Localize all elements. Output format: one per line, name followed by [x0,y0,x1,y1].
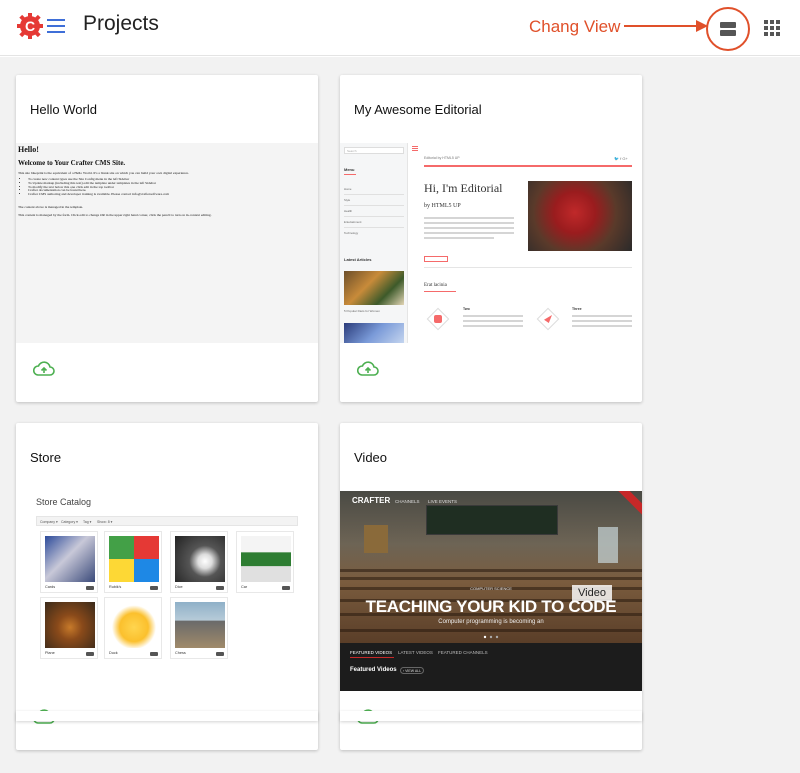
preview-text: This site blueprint is the equivalent of… [18,171,189,175]
cloud-upload-icon[interactable] [357,361,379,377]
crafter-logo-icon[interactable]: C [17,13,43,39]
preview-section-title: Erat lacinia [424,283,447,288]
product-card: Rubik's [104,531,162,593]
annotation-label: Chang View [529,17,621,36]
project-card-hello-world[interactable]: Hello World Hello! Welcome to Your Craft… [16,75,318,402]
project-card-partial[interactable] [16,711,318,721]
hamburger-menu-icon[interactable] [47,19,65,33]
preview-text: The content above is managed in the temp… [18,204,84,209]
product-card: Car [236,531,294,593]
preview-menu-icon [412,146,418,151]
project-card-video[interactable]: Video CRAFTER CHANNELS LIVE EVENTS COMPU… [340,423,642,750]
grid-view-icon[interactable] [764,20,780,36]
preview-featured-label: Featured Videos [350,667,397,673]
preview-food-image [344,271,404,305]
project-card-editorial[interactable]: My Awesome Editorial Search Menu Home St… [340,75,642,402]
preview-list: To create new content types use the Site… [28,177,316,197]
card-header: Hello World [16,75,318,143]
preview-subtitle: Computer programming is becoming an [438,619,544,625]
menu-item: Style [344,198,351,202]
menu-item: Home [344,187,352,191]
site-preview[interactable]: Store Catalog Company ▾ Category ▾ Tag ▾… [16,491,318,691]
preview-brand: CRAFTER [352,496,391,505]
dice-image [175,536,225,582]
list-item: Crafter CMS authoring and developer trai… [28,192,316,197]
car-image [241,536,291,582]
site-preview[interactable]: Hello! Welcome to Your Crafter CMS Site.… [16,143,318,343]
menu-item: Technology [344,231,359,235]
product-card: Chess [170,597,228,659]
list-view-icon[interactable] [719,20,737,38]
product-card: Duck [104,597,162,659]
card-title: Store [30,450,62,465]
social-icons: 🐦 f G+ [614,156,628,161]
preview-heading: Hello! [18,145,39,154]
project-card-store[interactable]: Store Store Catalog Company ▾ Category ▾… [16,423,318,750]
card-footer [16,343,318,402]
card-title: Video [354,450,388,465]
project-card-partial[interactable] [340,711,642,721]
card-header: Video [340,423,642,491]
preview-concert-image [344,323,404,343]
preview-heading: Hi, I'm Editorial [424,181,503,195]
preview-site-name: Editorial by HTML5 UP [424,156,460,160]
site-preview[interactable]: Search Menu Home Style Health Entertainm… [340,143,642,343]
preview-search: Search [344,147,404,154]
preview-byline: by HTML5 UP [424,203,461,209]
preview-nav-item: LIVE EVENTS [428,499,458,504]
projects-grid: Hello World Hello! Welcome to Your Craft… [0,57,800,773]
preview-catalog-title: Store Catalog [36,497,92,507]
menu-item: Health [344,209,353,213]
rubiks-image [109,536,159,582]
product-card: Plane [40,597,98,659]
card-footer [340,343,642,402]
preview-text: This content is managed by the form. Cli… [18,212,212,217]
preview-menu-title: Menu [344,167,355,172]
preview-strawberries-image [528,181,632,251]
top-app-bar: C Projects Chang View [0,0,800,56]
preview-tab: FEATURED VIDEOS [350,650,393,655]
annotation-arrow-icon [624,20,708,32]
plane-image [45,602,95,648]
preview-tab: FEATURED CHANNELS [438,650,488,655]
card-header: My Awesome Editorial [340,75,642,143]
site-preview[interactable]: CRAFTER CHANNELS LIVE EVENTS COMPUTER SC… [340,491,642,691]
menu-item: Entertainment [344,220,362,224]
page-title: Projects [83,12,159,35]
feature-title: Three [572,307,582,311]
preview-tabs: FEATURED VIDEOS LATEST VIDEOS FEATURED C… [340,643,642,691]
card-title: My Awesome Editorial [354,102,482,117]
product-card: Cards [40,531,98,593]
chess-image [175,602,225,648]
svg-text:C: C [25,18,35,34]
card-title: Hello World [30,102,97,117]
latest-item: 5 Popular Diets for Women [344,309,380,313]
feature-title: Two [463,307,470,311]
product-card: Dice [170,531,228,593]
preview-tab: LATEST VIDEOS [398,650,433,655]
preview-latest-title: Latest Articles [344,257,372,262]
preview-button [424,256,448,262]
preview-subheading: Welcome to Your Crafter CMS Site. [18,159,126,167]
duck-image [109,602,159,648]
cloud-upload-icon[interactable] [33,361,55,377]
video-tooltip: Video [572,585,612,601]
carousel-dots [483,635,499,639]
preview-view-all: › VIEW ALL [400,667,424,674]
preview-nav-item: CHANNELS [395,499,420,504]
preview-filter-bar: Company ▾ Category ▾ Tag ▾ Show: 8 ▾ [36,516,298,526]
cards-image [45,536,95,582]
preview-sidebar: Search Menu Home Style Health Entertainm… [340,143,408,343]
card-header: Store [16,423,318,491]
